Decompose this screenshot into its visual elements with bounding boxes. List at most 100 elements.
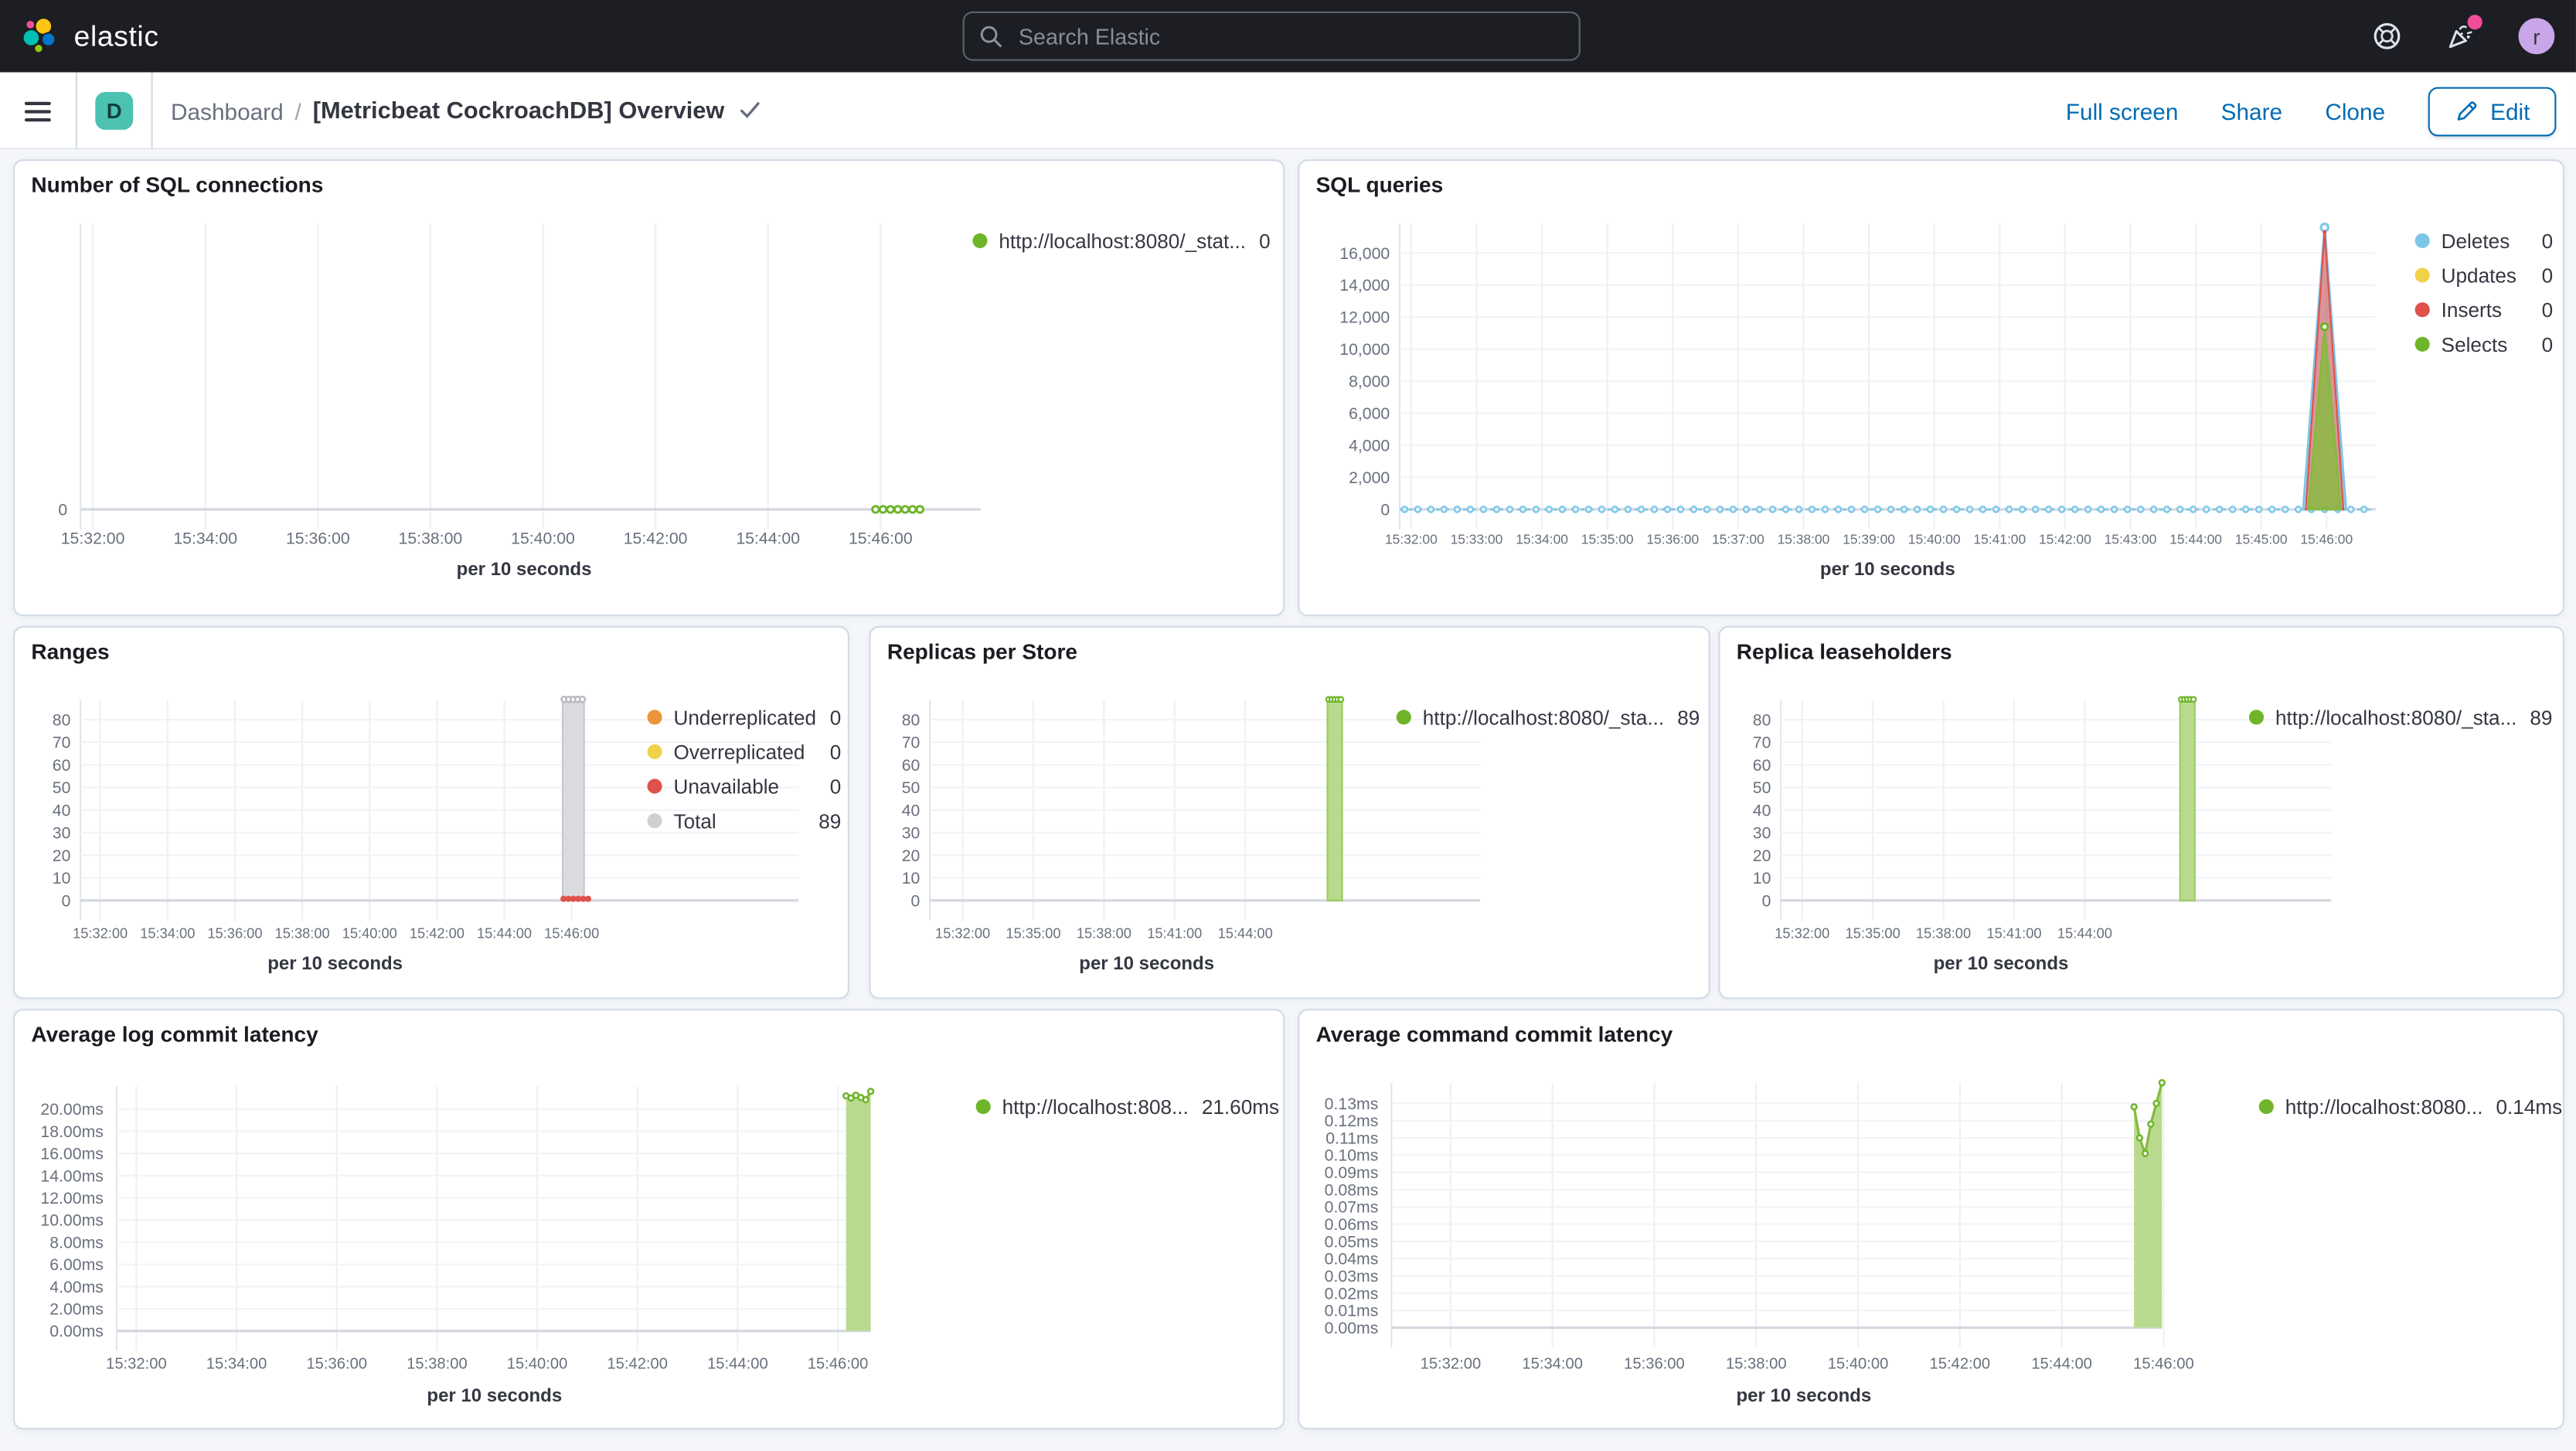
svg-text:10.00ms: 10.00ms (40, 1211, 104, 1230)
svg-text:40: 40 (1753, 801, 1771, 819)
svg-text:15:40:00: 15:40:00 (507, 1356, 568, 1373)
legend-item[interactable]: http://localhost:808... 21.60ms (975, 1089, 1279, 1124)
panel-sql-connections: Number of SQL connections 0 15:32:00 15:34… (13, 159, 1285, 617)
svg-text:15:45:00: 15:45:00 (2235, 532, 2288, 547)
svg-text:30: 30 (902, 824, 920, 843)
svg-text:15:35:00: 15:35:00 (1846, 925, 1901, 942)
svg-text:15:42:00: 15:42:00 (2039, 532, 2091, 547)
svg-text:15:42:00: 15:42:00 (1930, 1356, 1991, 1373)
legend-item[interactable]: Overreplicated 0 (647, 734, 841, 769)
edit-button[interactable]: Edit (2428, 86, 2557, 136)
sql-queries-chart[interactable]: 16,000 14,000 12,000 10,000 8,000 6,000 4,000 2… (1299, 161, 2566, 618)
legend-item[interactable]: Deletes 0 (2414, 223, 2554, 258)
avg-log-commit-latency-chart[interactable]: 20.00ms 18.00ms 16.00ms 14.00ms 12.00ms 10.00… (15, 1010, 1286, 1431)
svg-text:15:46:00: 15:46:00 (2300, 532, 2353, 547)
legend-item[interactable]: http://localhost:8080/_sta... 89 (1396, 700, 1700, 735)
svg-text:15:44:00: 15:44:00 (736, 530, 800, 548)
legend-item[interactable]: Inserts 0 (2414, 292, 2554, 327)
search-input[interactable] (1015, 22, 1564, 50)
svg-text:10: 10 (53, 869, 71, 887)
svg-text:6.00ms: 6.00ms (49, 1255, 104, 1274)
legend-label: http://localhost:8080... (2285, 1095, 2483, 1119)
svg-text:0.12ms: 0.12ms (1325, 1112, 1379, 1130)
svg-text:15:38:00: 15:38:00 (1916, 925, 1971, 942)
header-actions: r (2370, 0, 2576, 73)
clone-button[interactable]: Clone (2325, 97, 2385, 124)
svg-text:70: 70 (902, 734, 920, 752)
svg-text:15:34:00: 15:34:00 (173, 530, 237, 548)
legend-value: 0 (829, 740, 842, 764)
panel-avg-log-commit-latency: Average log commit latency 20.00ms 18.00m… (13, 1009, 1286, 1431)
svg-text:20.00ms: 20.00ms (40, 1100, 104, 1119)
svg-text:8.00ms: 8.00ms (49, 1233, 104, 1252)
svg-text:15:34:00: 15:34:00 (1522, 1356, 1583, 1373)
space-badge[interactable]: D (95, 92, 134, 130)
legend-dot-icon (2414, 267, 2430, 283)
avg-command-commit-latency-chart[interactable]: 0.13ms0.12ms0.11ms0.10ms0.09ms0.08ms0.07… (1299, 1010, 2566, 1431)
legend-value: 0 (2541, 298, 2554, 322)
svg-text:15:36:00: 15:36:00 (1646, 532, 1699, 547)
svg-text:15:44:00: 15:44:00 (477, 925, 532, 942)
svg-text:0.01ms: 0.01ms (1325, 1302, 1379, 1320)
legend-item[interactable]: Unavailable 0 (647, 769, 841, 804)
legend-item[interactable]: http://localhost:8080/_sta... 89 (2248, 700, 2552, 735)
svg-text:15:32:00: 15:32:00 (61, 530, 125, 548)
svg-text:0.00ms: 0.00ms (1325, 1319, 1379, 1337)
legend-dot-icon (647, 744, 662, 760)
svg-text:60: 60 (1753, 756, 1771, 775)
newsfeed-icon[interactable] (2445, 15, 2482, 53)
full-screen-button[interactable]: Full screen (2066, 97, 2179, 124)
legend-item[interactable]: Selects 0 (2414, 327, 2553, 362)
svg-text:14,000: 14,000 (1339, 276, 1390, 295)
legend-item[interactable]: Underreplicated 0 (647, 700, 841, 735)
edit-button-label: Edit (2490, 97, 2530, 124)
breadcrumb-bar: D Dashboard / [Metricbeat CockroachDB] O… (0, 72, 2576, 150)
help-icon[interactable] (2370, 20, 2404, 53)
svg-text:15:44:00: 15:44:00 (707, 1356, 768, 1373)
legend-item[interactable]: http://localhost:8080/_stat... 0 (972, 223, 1271, 258)
svg-text:15:42:00: 15:42:00 (607, 1356, 668, 1373)
svg-text:15:32:00: 15:32:00 (1775, 925, 1829, 942)
pencil-icon (2454, 99, 2479, 124)
svg-text:15:40:00: 15:40:00 (342, 925, 397, 942)
svg-text:15:36:00: 15:36:00 (207, 925, 262, 942)
legend-item[interactable]: Updates 0 (2414, 258, 2553, 293)
svg-text:16.00ms: 16.00ms (40, 1145, 104, 1163)
svg-text:per 10 seconds: per 10 seconds (457, 559, 592, 580)
global-search[interactable] (962, 11, 1581, 61)
title-check-icon[interactable] (740, 102, 761, 120)
svg-text:0.02ms: 0.02ms (1325, 1284, 1379, 1303)
legend-label: Underreplicated (673, 705, 817, 729)
legend-label: Unavailable (673, 775, 780, 798)
svg-text:4,000: 4,000 (1349, 436, 1390, 455)
share-button[interactable]: Share (2221, 97, 2282, 124)
svg-text:40: 40 (53, 801, 71, 819)
divider (75, 72, 77, 150)
legend-value: 0 (2541, 229, 2554, 253)
svg-text:15:40:00: 15:40:00 (511, 530, 575, 548)
svg-text:15:37:00: 15:37:00 (1712, 532, 1764, 547)
user-avatar[interactable]: r (2518, 18, 2555, 55)
legend-dot-icon (2414, 233, 2430, 248)
elastic-brand[interactable]: elastic (22, 0, 159, 73)
svg-text:15:44:00: 15:44:00 (2169, 532, 2222, 547)
menu-icon[interactable] (24, 100, 51, 121)
svg-text:20: 20 (53, 846, 71, 865)
svg-text:15:43:00: 15:43:00 (2105, 532, 2157, 547)
chart-legend: http://localhost:8080/_sta... 89 (1396, 700, 1700, 735)
svg-text:0.13ms: 0.13ms (1325, 1095, 1379, 1113)
replicas-per-store-chart[interactable]: 80 70 60 50 40 30 20 10 0 15:32:00 15:35:00 15:38:0… (871, 628, 1712, 1001)
svg-text:15:36:00: 15:36:00 (306, 1356, 367, 1373)
svg-text:0.10ms: 0.10ms (1325, 1146, 1379, 1165)
svg-text:80: 80 (1753, 710, 1771, 729)
breadcrumb-dashboard[interactable]: Dashboard (171, 97, 284, 124)
panel-title: Average command commit latency (1315, 1022, 1673, 1047)
legend-item[interactable]: Total 89 (647, 803, 841, 838)
replica-leaseholders-chart[interactable]: 80 70 60 50 40 30 20 10 015:32:00 15:35:00 15:38:0… (1720, 628, 2567, 1001)
legend-item[interactable]: http://localhost:8080... 0.14ms (2258, 1089, 2562, 1124)
svg-text:per 10 seconds: per 10 seconds (427, 1385, 562, 1406)
space-badge-letter: D (106, 98, 122, 124)
notification-badge (2467, 15, 2482, 30)
svg-text:0: 0 (911, 891, 920, 910)
svg-text:per 10 seconds: per 10 seconds (1934, 953, 2069, 974)
